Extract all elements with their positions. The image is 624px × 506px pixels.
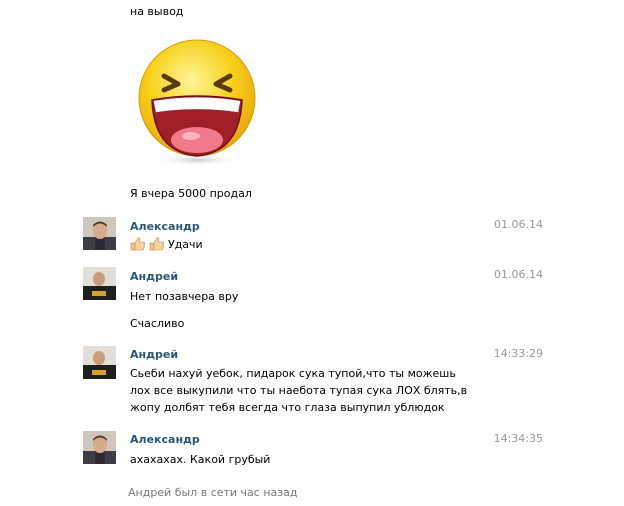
avatar[interactable] bbox=[83, 346, 116, 379]
message-text: Счасливо bbox=[130, 317, 185, 330]
message-author[interactable]: Александр bbox=[130, 220, 200, 234]
thumbs-up-icon bbox=[130, 236, 146, 256]
avatar[interactable] bbox=[83, 267, 116, 300]
message-text: Нет позавчера вру bbox=[130, 290, 239, 303]
message-text: Удачи bbox=[168, 238, 203, 251]
message-body: Удачи bbox=[130, 236, 480, 256]
message-timestamp: 14:34:35 bbox=[493, 432, 543, 445]
message-author[interactable]: Андрей bbox=[130, 348, 178, 362]
message-text: ахахахах. Какой грубый bbox=[130, 453, 271, 466]
message-author[interactable]: Александр bbox=[130, 433, 200, 447]
avatar[interactable] bbox=[83, 431, 116, 464]
message-timestamp: 14:33:29 bbox=[493, 347, 543, 360]
avatar[interactable] bbox=[83, 217, 116, 250]
message-timestamp: 01.06.14 bbox=[494, 218, 543, 231]
online-status: Андрей был в сети час назад bbox=[128, 486, 298, 499]
thumbs-up-icon bbox=[149, 236, 165, 256]
chat-history: на вывод Я вчера 5000 продал Александр 0… bbox=[0, 0, 624, 506]
message-text: Я вчера 5000 продал bbox=[130, 187, 252, 200]
message-timestamp: 01.06.14 bbox=[494, 268, 543, 281]
message-text: Сьеби нахуй уебок, пидарок сука тупой,чт… bbox=[130, 367, 468, 414]
laughing-smiley-sticker[interactable] bbox=[136, 34, 260, 168]
message-text: на вывод bbox=[130, 5, 184, 18]
message-author[interactable]: Андрей bbox=[130, 270, 178, 284]
